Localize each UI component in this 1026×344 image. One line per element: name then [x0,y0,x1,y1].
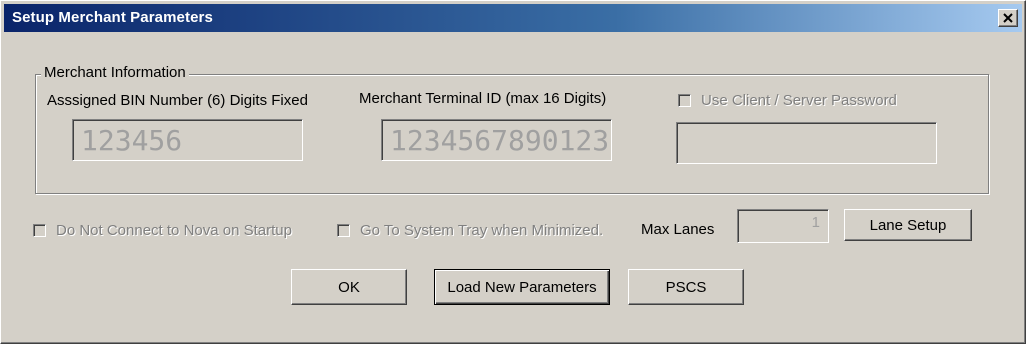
ok-button[interactable]: OK [291,269,407,305]
ok-label: OK [338,278,360,296]
use-password-label: Use Client / Server Password [701,92,897,109]
bin-number-label: Asssigned BIN Number (6) Digits Fixed [47,92,308,109]
window-title: Setup Merchant Parameters [12,9,213,26]
max-lanes-input[interactable]: 1 [737,209,829,243]
bin-number-input[interactable]: 123456 [72,119,303,161]
password-input[interactable] [676,122,937,164]
lane-setup-button[interactable]: Lane Setup [844,209,972,241]
terminal-id-input[interactable]: 1234567890123 [381,119,612,161]
lane-setup-label: Lane Setup [869,216,947,234]
setup-merchant-dialog: Setup Merchant Parameters Merchant Infor… [0,0,1026,344]
terminal-id-label: Merchant Terminal ID (max 16 Digits) [359,90,607,107]
terminal-id-value: 1234567890123 [390,124,610,157]
merchant-information-legend: Merchant Information [41,64,189,81]
load-new-parameters-label: Load New Parameters [447,278,597,296]
close-icon [1003,13,1013,23]
no-connect-checkbox[interactable] [33,224,46,237]
system-tray-label: Go To System Tray when Minimized. [360,222,604,239]
title-bar[interactable]: Setup Merchant Parameters [4,4,1022,32]
max-lanes-value: 1 [811,214,820,231]
load-new-parameters-button[interactable]: Load New Parameters [434,269,610,305]
close-button[interactable] [998,9,1018,27]
system-tray-checkbox[interactable] [337,224,350,237]
no-connect-label: Do Not Connect to Nova on Startup [56,222,292,239]
use-password-checkbox[interactable] [678,94,691,107]
pscs-label: PSCS [665,278,707,296]
bin-number-value: 123456 [81,124,183,157]
max-lanes-label: Max Lanes [641,221,715,238]
pscs-button[interactable]: PSCS [628,269,744,305]
